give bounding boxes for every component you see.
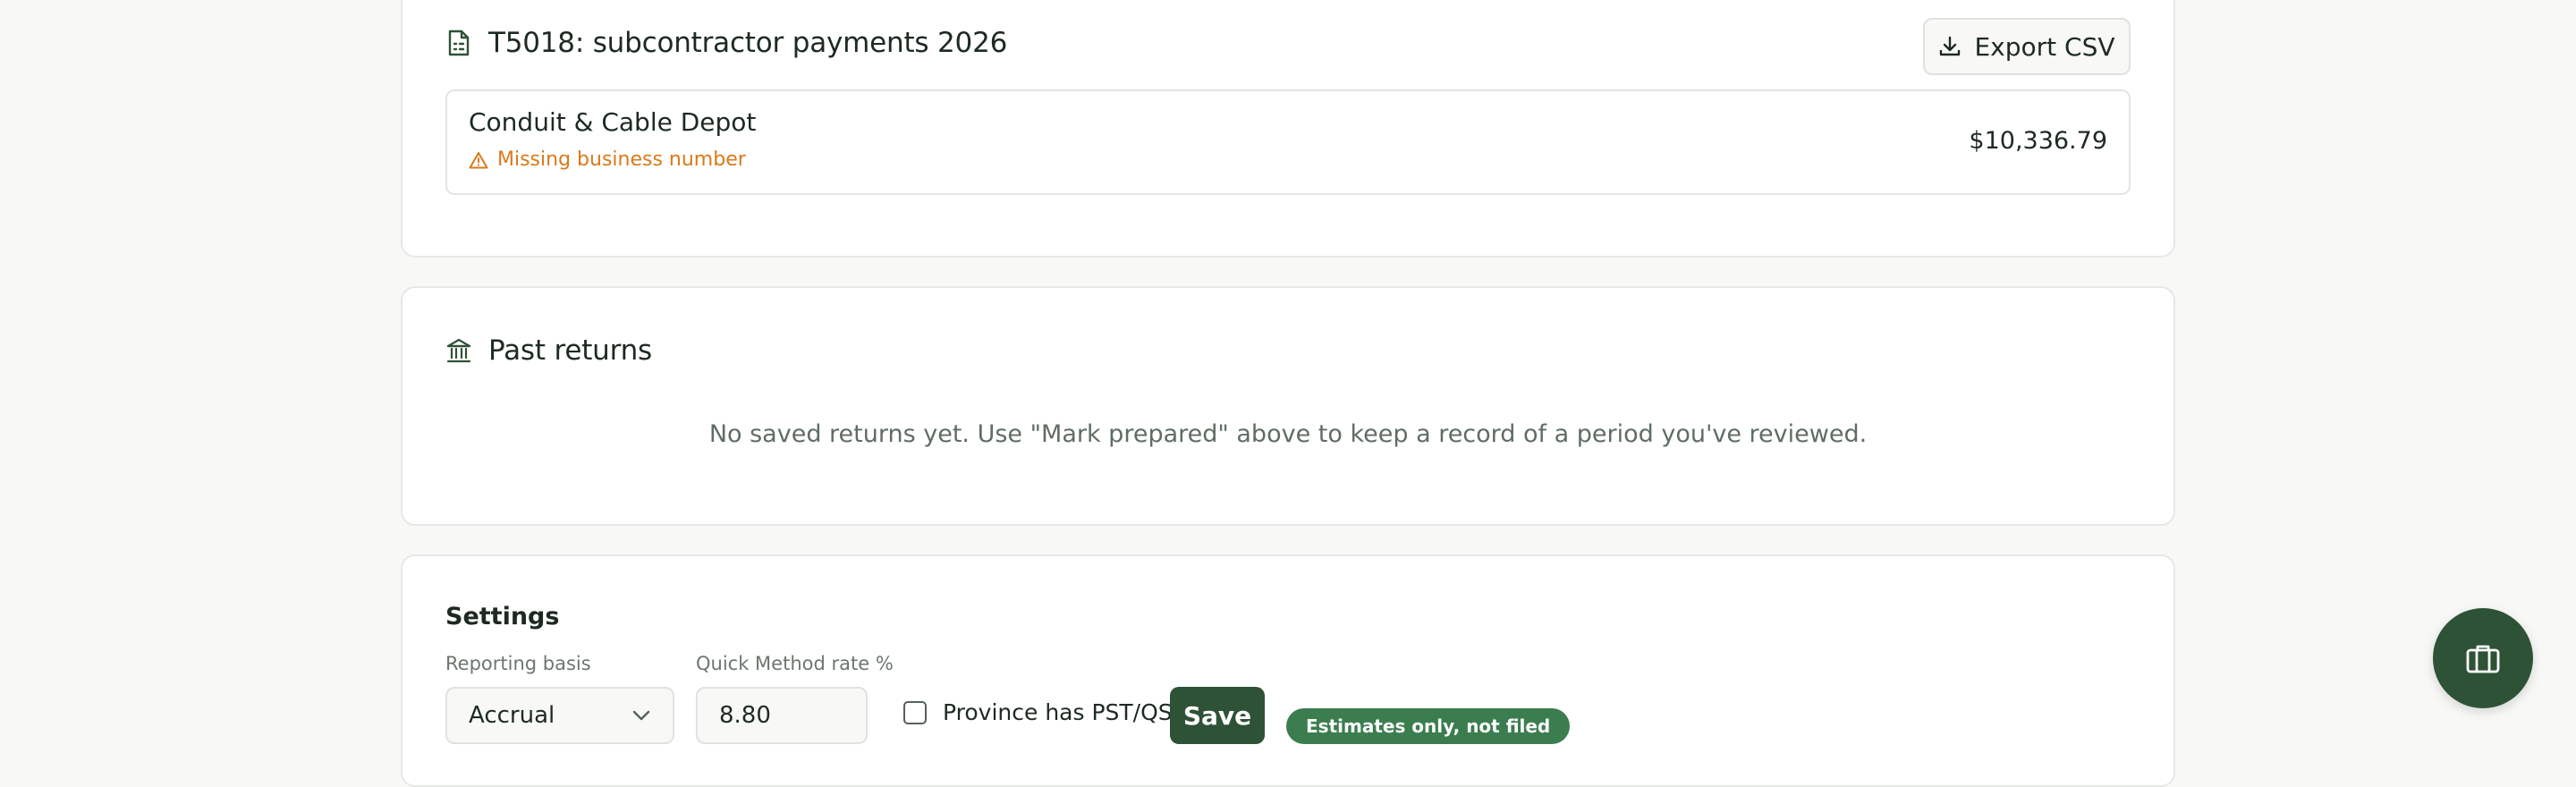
- chevron-down-icon: [631, 709, 651, 722]
- vendor-name: Conduit & Cable Depot: [469, 107, 757, 137]
- past-returns-card: Past returns No saved returns yet. Use "…: [401, 286, 2175, 526]
- estimates-badge: Estimates only, not filed: [1286, 708, 1571, 744]
- receipt-icon: [445, 29, 472, 57]
- province-checkbox[interactable]: [903, 700, 927, 724]
- reporting-basis-select[interactable]: Accrual: [445, 687, 674, 744]
- vendor-warning-text: Missing business number: [497, 148, 746, 171]
- reporting-basis-label: Reporting basis: [445, 653, 591, 674]
- past-returns-header: Past returns: [445, 334, 652, 367]
- briefcase-icon: [2465, 642, 2501, 674]
- vendor-warning: Missing business number: [469, 148, 746, 171]
- vendor-row[interactable]: Conduit & Cable Depot Missing business n…: [445, 89, 2131, 195]
- t5018-title: T5018: subcontractor payments 2026: [488, 27, 1008, 59]
- settings-title: Settings: [445, 603, 560, 630]
- settings-card: Settings Reporting basis Accrual Quick M…: [401, 554, 2175, 787]
- warning-triangle-icon: [469, 151, 488, 169]
- past-returns-title: Past returns: [488, 334, 652, 367]
- quick-method-rate-input[interactable]: [696, 687, 868, 744]
- briefcase-fab-button[interactable]: [2433, 608, 2533, 708]
- bank-icon: [445, 336, 472, 365]
- t5018-card: T5018: subcontractor payments 2026 Expor…: [401, 0, 2175, 258]
- quick-method-label: Quick Method rate %: [696, 653, 894, 674]
- download-icon: [1938, 35, 1962, 58]
- save-button[interactable]: Save: [1170, 687, 1265, 744]
- province-checkbox-label: Province has PST/QST: [943, 699, 1186, 725]
- t5018-header: T5018: subcontractor payments 2026: [445, 27, 1007, 59]
- export-csv-label: Export CSV: [1974, 31, 2115, 62]
- vendor-amount: $10,336.79: [1969, 127, 2107, 155]
- past-returns-empty-message: No saved returns yet. Use "Mark prepared…: [708, 420, 1868, 448]
- province-checkbox-row[interactable]: Province has PST/QST: [903, 699, 1186, 725]
- reporting-basis-value: Accrual: [469, 702, 555, 729]
- export-csv-button[interactable]: Export CSV: [1923, 18, 2131, 75]
